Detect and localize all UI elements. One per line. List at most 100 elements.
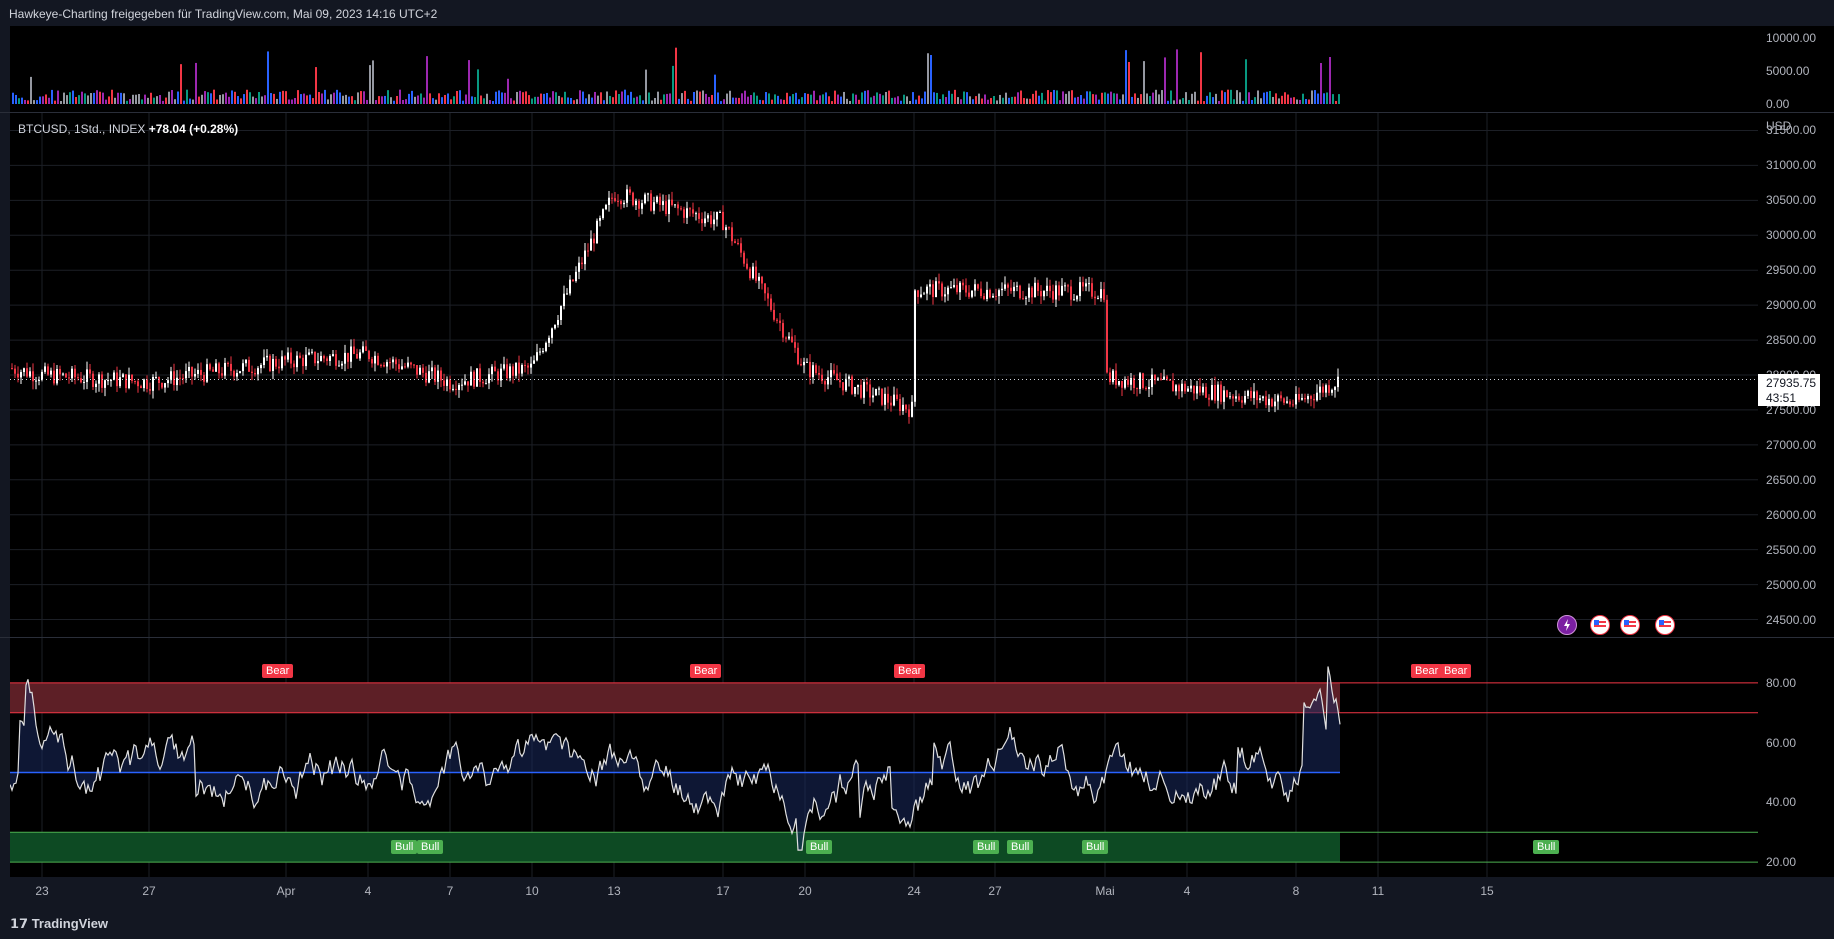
volume-bar	[330, 94, 332, 104]
candle	[125, 374, 127, 389]
candle	[1232, 396, 1234, 399]
candle	[1061, 285, 1063, 296]
volume-bar	[705, 93, 707, 104]
volume-bar	[438, 93, 440, 104]
volume-bar	[153, 97, 155, 104]
candle	[395, 359, 397, 365]
volume-bar	[1275, 93, 1277, 104]
volume-bar	[222, 94, 224, 104]
volume-axis[interactable]: 10000.00 5000.00 0.00	[1758, 26, 1834, 112]
volume-bar	[450, 99, 452, 104]
candle	[554, 324, 556, 329]
candle	[491, 366, 493, 375]
volume-bar	[564, 91, 566, 104]
candle	[992, 295, 994, 298]
volume-bar	[1272, 96, 1274, 104]
candle	[698, 213, 700, 219]
us-flag-icon[interactable]	[1655, 615, 1675, 635]
candle	[935, 281, 937, 298]
volume-bar	[912, 92, 914, 104]
us-flag-icon[interactable]	[1620, 615, 1640, 635]
candle	[1247, 390, 1249, 396]
candle	[353, 346, 355, 354]
candle	[68, 377, 70, 379]
candle	[830, 370, 832, 378]
candle	[1223, 390, 1225, 402]
candle	[626, 189, 628, 203]
volume-bar	[198, 96, 200, 104]
candle	[59, 369, 61, 375]
price-pane[interactable]	[10, 113, 1758, 637]
volume-bar	[1254, 97, 1256, 104]
candle	[878, 388, 880, 390]
time-axis[interactable]: 23 27 Apr 4 7 10 13 17 20 24 27 Mai 4 8 11 15	[10, 877, 1758, 905]
volume-bar	[429, 93, 431, 104]
candle	[1094, 296, 1096, 299]
volume-bar	[987, 99, 989, 104]
volume-bar	[147, 97, 149, 104]
tradingview-logo[interactable]: 𝟭𝟳 TradingView	[10, 916, 108, 932]
candle	[65, 373, 67, 378]
candle	[1007, 284, 1009, 288]
volume-bar	[726, 93, 728, 104]
volume-bar	[204, 91, 206, 104]
candle	[1295, 394, 1297, 405]
bull-signal: Bull	[973, 840, 1000, 854]
volume-bar	[126, 100, 128, 104]
candle	[335, 354, 337, 366]
candle	[947, 287, 949, 295]
candle	[1259, 398, 1261, 401]
candle	[689, 208, 691, 210]
us-flag-icon[interactable]	[1590, 615, 1610, 635]
volume-bar	[627, 95, 629, 104]
volume-bar	[501, 92, 503, 104]
volume-bar	[165, 97, 167, 104]
chart-title: Hawkeye-Charting freigegeben für Trading…	[9, 7, 438, 21]
volume-bar	[831, 101, 833, 104]
volume-bar	[591, 97, 593, 104]
volume-bar	[540, 93, 542, 104]
candle	[389, 362, 391, 364]
volume-bar	[339, 92, 341, 104]
volume-bar	[279, 91, 281, 104]
volume-bar	[477, 69, 479, 104]
volume-bar	[534, 96, 536, 104]
price-tick: 30500.00	[1766, 193, 1817, 208]
candle	[197, 369, 199, 374]
volume-bar	[315, 67, 317, 104]
volume-bar	[150, 92, 152, 104]
candle	[764, 283, 766, 294]
volume-bar	[519, 90, 521, 104]
candle	[1274, 401, 1276, 407]
volume-bar	[786, 92, 788, 104]
volume-bar	[189, 98, 191, 104]
candle	[1046, 285, 1048, 291]
volume-bar	[1086, 91, 1088, 104]
volume-bar	[708, 96, 710, 104]
volume-bar	[579, 90, 581, 104]
volume-bar	[1296, 99, 1298, 104]
candle	[503, 364, 505, 369]
volume-bar	[1176, 49, 1178, 104]
candle	[1019, 285, 1021, 299]
oscillator-axis[interactable]: 80.00 60.00 40.00 20.00	[1758, 638, 1834, 877]
volume-bar	[1221, 90, 1223, 104]
volume-bar	[552, 91, 554, 104]
candle	[1262, 396, 1264, 399]
candle	[1280, 395, 1282, 399]
time-tick: 27	[142, 884, 156, 898]
lightning-icon[interactable]	[1557, 615, 1577, 635]
candle	[1310, 396, 1312, 399]
candle	[359, 352, 361, 359]
symbol-legend[interactable]: BTCUSD, 1Std., INDEX +78.04 (+0.28%)	[18, 122, 238, 136]
candle	[725, 227, 727, 231]
volume-bar	[15, 94, 17, 104]
candle	[653, 202, 655, 211]
volume-bar	[384, 95, 386, 104]
volume-bar	[1215, 93, 1217, 104]
bear-signal: Bear	[262, 664, 294, 678]
volume-bar	[774, 94, 776, 104]
volume-pane[interactable]	[10, 26, 1758, 112]
volume-bar	[900, 100, 902, 104]
volume-bar	[48, 97, 50, 104]
